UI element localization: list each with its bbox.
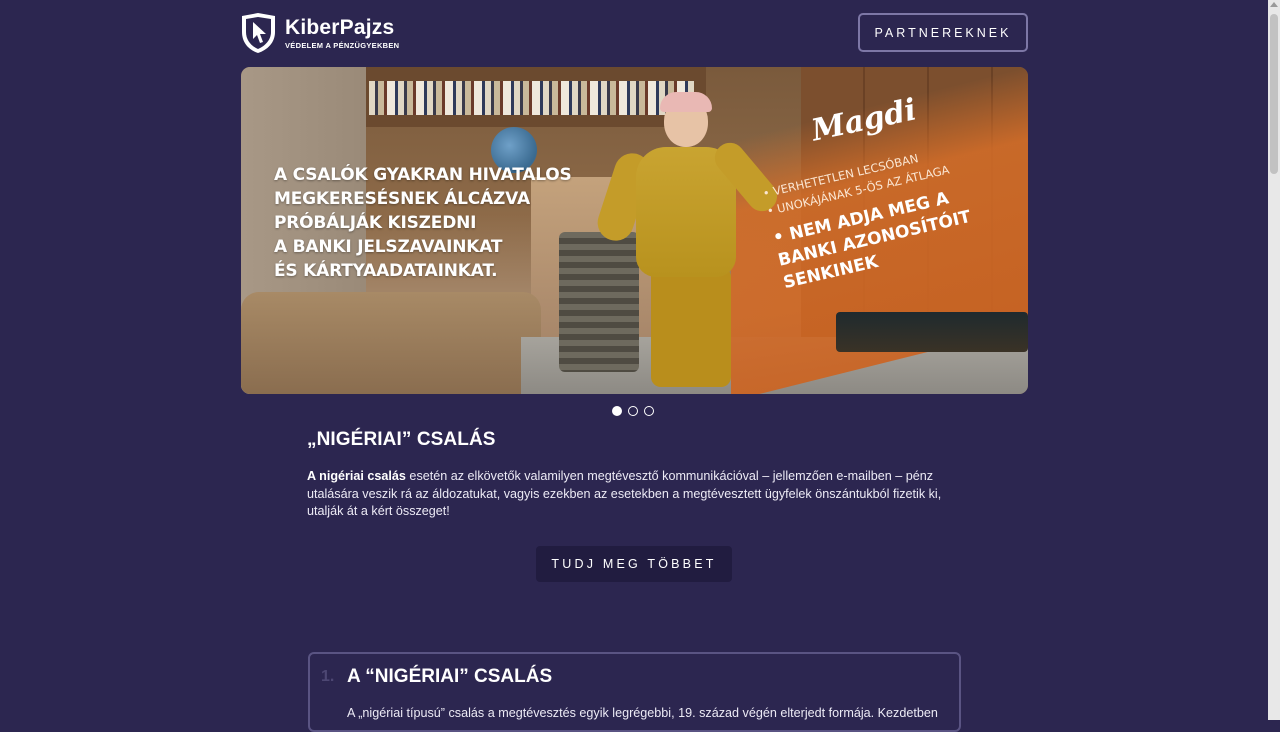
carousel-dots: [612, 406, 654, 416]
carousel-dot[interactable]: [612, 406, 622, 416]
hero-banner[interactable]: A CSALÓK GYAKRAN HIVATALOS MEGKERESÉSNEK…: [241, 67, 1028, 394]
numbered-card[interactable]: 1. A “NIGÉRIAI” CSALÁS A „nigériai típus…: [308, 652, 961, 732]
scroll-up-icon[interactable]: [1270, 2, 1278, 7]
article-lead: A nigériai csalás: [307, 469, 406, 483]
brand-name: KiberPajzs: [285, 15, 395, 39]
brand: KiberPajzs VÉDELEM A PÉNZÜGYEKBEN: [285, 15, 400, 50]
scrollbar[interactable]: [1268, 0, 1280, 720]
article-text: A nigériai csalás esetén az elkövetők va…: [307, 468, 962, 521]
hero-headline-line: A CSALÓK GYAKRAN HIVATALOS: [274, 165, 572, 185]
brand-tagline: VÉDELEM A PÉNZÜGYEKBEN: [285, 40, 400, 50]
hero-headline: A CSALÓK GYAKRAN HIVATALOS MEGKERESÉSNEK…: [274, 163, 574, 283]
shield-cursor-icon: [242, 13, 275, 53]
learn-more-button[interactable]: TUDJ MEG TÖBBET: [536, 546, 732, 582]
partners-button[interactable]: PARTNEREKNEK: [858, 13, 1028, 52]
hero-headline-line: ÉS KÁRTYAADATAINKAT.: [274, 261, 498, 281]
carousel-dot[interactable]: [628, 406, 638, 416]
scrollbar-thumb[interactable]: [1270, 14, 1278, 174]
hero-person: [592, 92, 784, 394]
article-title: „NIGÉRIAI” CSALÁS: [307, 429, 496, 450]
hero-bg-sofa: [241, 292, 541, 394]
card-title: A “NIGÉRIAI” CSALÁS: [347, 666, 553, 687]
hero-headline-line: PRÓBÁLJÁK KISZEDNI: [274, 213, 477, 233]
hero-bg-table: [836, 312, 1028, 352]
logo[interactable]: KiberPajzs VÉDELEM A PÉNZÜGYEKBEN: [240, 12, 399, 54]
hero-headline-line: MEGKERESÉSNEK ÁLCÁZVA: [274, 189, 530, 209]
card-text: A „nigériai típusú” csalás a megtéveszté…: [347, 706, 938, 720]
hero-headline-line: A BANKI JELSZAVAINKAT: [274, 237, 503, 257]
carousel-dot[interactable]: [644, 406, 654, 416]
card-number: 1.: [321, 668, 335, 685]
